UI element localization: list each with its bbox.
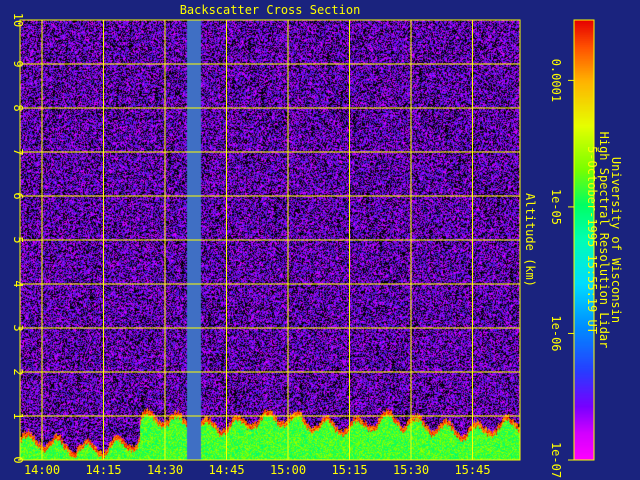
grid-lines xyxy=(20,20,520,460)
x-tick-label: 15:00 xyxy=(270,463,306,477)
y-tick-label: 10 xyxy=(11,13,25,27)
colorbar-tick-label: 0.0001 xyxy=(549,59,563,102)
annotation-line-3: 5-October-1995 15:55:19 UT xyxy=(585,146,599,334)
y-tick-label: 4 xyxy=(11,280,25,287)
y-tick-label: 1 xyxy=(11,412,25,419)
y-axis-label: Altitude (km) xyxy=(523,193,537,287)
y-tick-label: 5 xyxy=(11,236,25,243)
y-tick-label: 3 xyxy=(11,324,25,331)
y-tick-label: 0 xyxy=(11,456,25,463)
x-tick-label: 15:30 xyxy=(393,463,429,477)
chart-title: Backscatter Cross Section xyxy=(180,3,361,17)
x-tick-label: 14:15 xyxy=(85,463,121,477)
y-tick-label: 6 xyxy=(11,192,25,199)
x-tick-label: 14:45 xyxy=(208,463,244,477)
x-axis: 14:00 14:15 14:30 14:45 15:00 15:15 15:30 15:45 xyxy=(24,463,491,477)
y-axis: 0 1 2 3 4 5 6 7 8 9 10 xyxy=(11,13,25,464)
chart-overlay: Backscatter Cross Section 0 1 2 3 4 5 6 7 8 9 10 1… xyxy=(11,3,623,478)
x-tick-label: 14:30 xyxy=(147,463,183,477)
y-tick-label: 2 xyxy=(11,368,25,375)
y-tick-label: 7 xyxy=(11,148,25,155)
y-tick-label: 8 xyxy=(11,104,25,111)
colorbar-tick-label: 1e-05 xyxy=(549,189,563,225)
colorbar-tick-label: 1e-07 xyxy=(549,442,563,478)
x-tick-label: 15:45 xyxy=(454,463,490,477)
x-tick-label: 15:15 xyxy=(331,463,367,477)
colorbar-tick-label: 1e-06 xyxy=(549,315,563,351)
y-tick-label: 9 xyxy=(11,60,25,67)
x-tick-label: 14:00 xyxy=(24,463,60,477)
colorbar-axis: 0.0001 1e-05 1e-06 1e-07 xyxy=(549,59,574,478)
